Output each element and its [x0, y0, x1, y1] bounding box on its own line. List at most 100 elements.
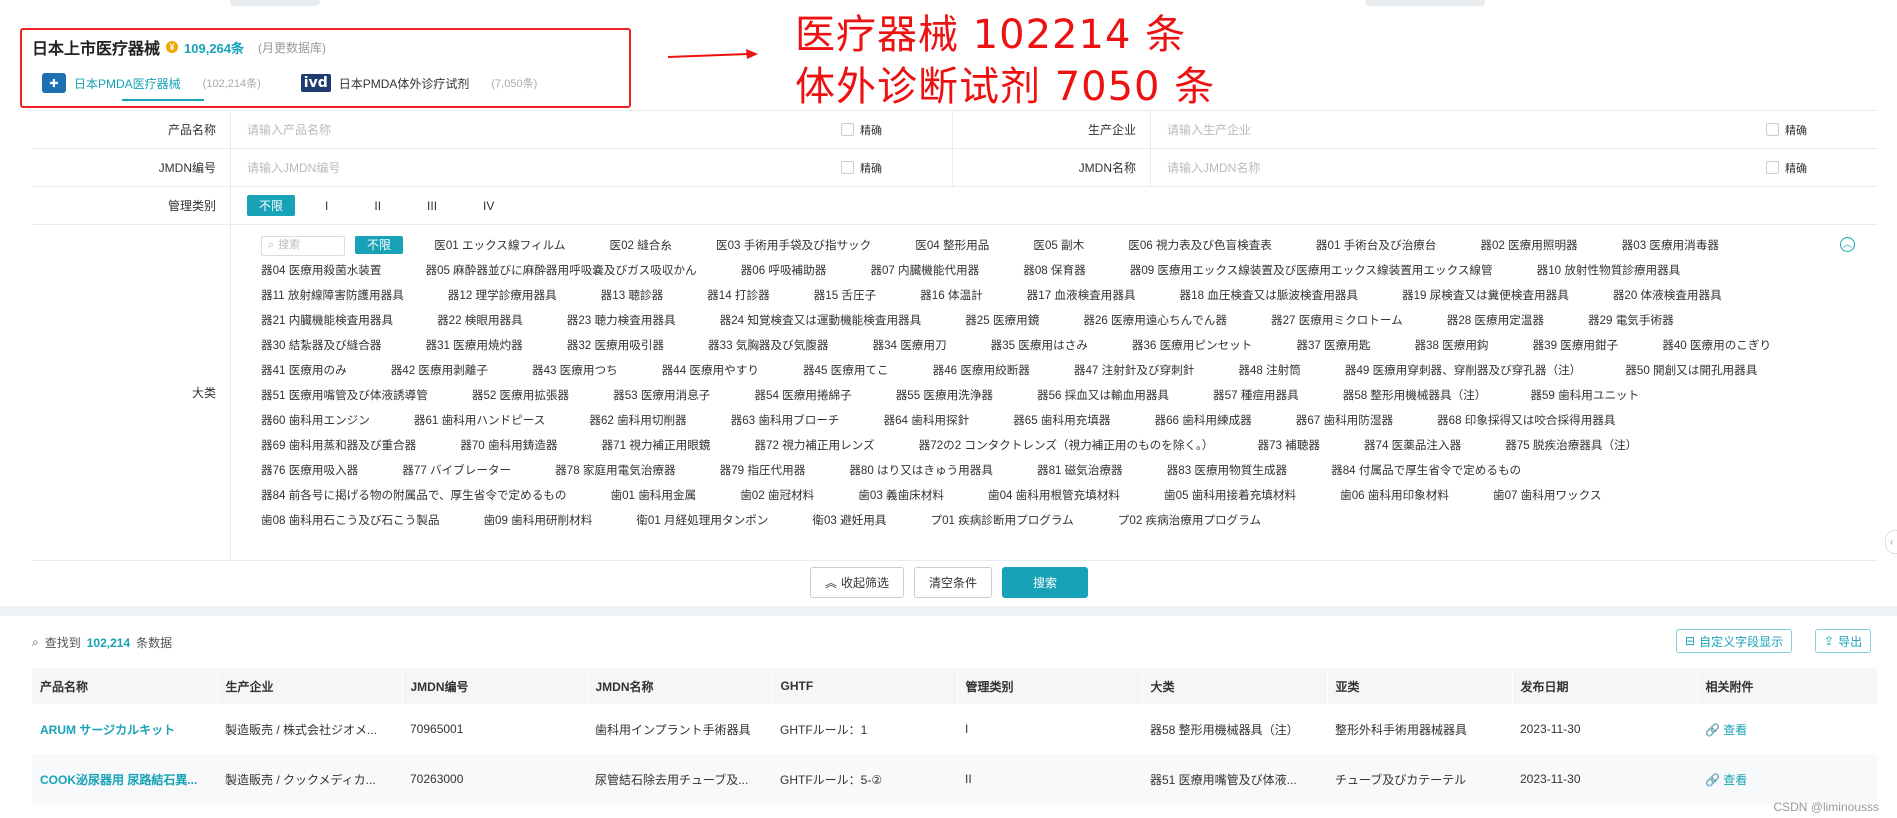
category-option[interactable]: 器37 医療用匙: [1296, 333, 1370, 358]
jmdn-name-input[interactable]: 请输入JMDN名称: [1151, 159, 1766, 176]
category-option[interactable]: 器80 はり又はきゅう用器具: [849, 458, 993, 483]
category-option[interactable]: 器77 バイブレーター: [402, 458, 511, 483]
category-option[interactable]: 器57 種痘用器具: [1213, 383, 1299, 408]
category-option[interactable]: 器69 歯科用蒸和器及び重合器: [261, 433, 416, 458]
category-option[interactable]: 器54 医療用捲綿子: [754, 383, 851, 408]
category-option[interactable]: 器19 尿検査又は糞便検査用器具: [1402, 283, 1569, 308]
category-option[interactable]: 歯09 歯科用研削材料: [483, 508, 592, 533]
category-option[interactable]: 器24 知覚検査又は運動機能検査用器具: [720, 308, 922, 333]
category-option[interactable]: 器52 医療用拡張器: [472, 383, 569, 408]
category-option[interactable]: 器09 医療用エックス線装置及び医療用エックス線装置用エックス線管: [1130, 258, 1493, 283]
category-option[interactable]: 器74 医薬品注入器: [1364, 433, 1461, 458]
category-option[interactable]: 歯03 義歯床材料: [858, 483, 944, 508]
category-option[interactable]: 器27 医療用ミクロトーム: [1271, 308, 1403, 333]
category-option[interactable]: 器40 医療用のこぎり: [1662, 333, 1771, 358]
category-option[interactable]: 器56 採血又は輸血用器具: [1037, 383, 1169, 408]
class-option-ii[interactable]: II: [374, 199, 381, 213]
category-option[interactable]: 器72 視力補正用レンズ: [754, 433, 874, 458]
category-option[interactable]: 器25 医療用鏡: [965, 308, 1039, 333]
category-option[interactable]: 衛01 月経処理用タンポン: [636, 508, 768, 533]
product-name-link[interactable]: COOK泌尿器用 尿路結石異...: [32, 754, 217, 804]
category-option[interactable]: 器29 電気手術器: [1588, 308, 1674, 333]
category-option[interactable]: 歯07 歯科用ワックス: [1493, 483, 1602, 508]
category-option[interactable]: 器10 放射性物質診療用器具: [1537, 258, 1681, 283]
category-option[interactable]: 器42 医療用剥離子: [391, 358, 488, 383]
category-option[interactable]: 器46 医療用絞断器: [933, 358, 1030, 383]
category-option[interactable]: 歯05 歯科用接着充填材料: [1164, 483, 1296, 508]
category-option[interactable]: 器02 医療用照明器: [1480, 233, 1577, 258]
category-option[interactable]: 器23 聴力検査用器具: [567, 308, 676, 333]
category-option[interactable]: 器41 医療用のみ: [261, 358, 347, 383]
category-option[interactable]: 器76 医療用吸入器: [261, 458, 358, 483]
category-search-input[interactable]: ⌕ 搜索: [261, 235, 345, 256]
manufacturer-input[interactable]: 请输入生产企业: [1151, 121, 1766, 138]
category-option[interactable]: 器26 医療用遠心ちんでん器: [1083, 308, 1227, 333]
column-header[interactable]: 生产企业: [217, 668, 403, 704]
category-option[interactable]: 器70 歯科用鋳造器: [460, 433, 557, 458]
tab-pmda-devices[interactable]: ✚ 日本PMDA医疗器械 (102,214条): [42, 70, 261, 101]
category-option[interactable]: 歯01 歯科用金属: [611, 483, 697, 508]
column-header[interactable]: 发布日期: [1512, 668, 1698, 704]
category-option[interactable]: 器81 磁気治療器: [1037, 458, 1123, 483]
view-attachment-link[interactable]: 🔗 查看: [1697, 754, 1877, 804]
category-option[interactable]: 器72の2 コンタクトレンズ（視力補正用のものを除く。）: [919, 433, 1214, 458]
category-option[interactable]: 器30 結紮器及び縫合器: [261, 333, 381, 358]
class-option-any[interactable]: 不限: [247, 195, 296, 216]
category-option[interactable]: 器34 医療用刀: [873, 333, 947, 358]
collapse-filter-button[interactable]: ︽ 收起筛选: [810, 567, 905, 598]
category-option[interactable]: 器47 注射針及び穿刺針: [1074, 358, 1194, 383]
product-name-input[interactable]: 请输入产品名称: [231, 121, 841, 138]
column-header[interactable]: JMDN名称: [587, 668, 773, 704]
class-option-iii[interactable]: III: [427, 199, 437, 213]
column-header[interactable]: JMDN编号: [402, 668, 588, 704]
category-option[interactable]: 医05 副木: [1033, 233, 1084, 258]
category-option[interactable]: 器84 前各号に掲げる物の附属品で、厚生省令で定めるもの: [261, 483, 567, 508]
category-option[interactable]: 器32 医療用吸引器: [567, 333, 664, 358]
category-option[interactable]: 器08 保育器: [1023, 258, 1086, 283]
category-option[interactable]: 器68 印象採得又は咬合採得用器具: [1437, 408, 1615, 433]
category-option[interactable]: 器11 放射線障害防護用器具: [261, 283, 404, 308]
category-option[interactable]: 器62 歯科用切削器: [589, 408, 686, 433]
category-option[interactable]: 器84 付属品で厚生省令で定めるもの: [1331, 458, 1521, 483]
view-attachment-link[interactable]: 🔗 查看: [1697, 704, 1877, 754]
category-option[interactable]: 器17 血液検査用器具: [1027, 283, 1136, 308]
category-option[interactable]: 医03 手術用手袋及び指サック: [716, 233, 871, 258]
category-option[interactable]: 歯06 歯科用印象材料: [1340, 483, 1449, 508]
category-option[interactable]: 衛03 避妊用具: [812, 508, 886, 533]
category-option[interactable]: 器58 整形用機械器具（注）: [1343, 383, 1487, 408]
class-option-iv[interactable]: IV: [483, 199, 494, 213]
category-option[interactable]: 器03 医療用消毒器: [1622, 233, 1719, 258]
category-option[interactable]: 器44 医療用やすり: [662, 358, 759, 383]
category-option[interactable]: 医02 縫合糸: [610, 233, 673, 258]
category-option[interactable]: 器49 医療用穿刺器、穿削器及び穿孔器（注）: [1345, 358, 1581, 383]
column-header[interactable]: 管理类别: [957, 668, 1143, 704]
category-option[interactable]: 医06 視力表及び色盲検査表: [1128, 233, 1272, 258]
side-collapse-handle[interactable]: ‹: [1885, 530, 1897, 554]
category-option[interactable]: 器16 体温計: [920, 283, 983, 308]
category-option[interactable]: 器64 歯科用探針: [884, 408, 970, 433]
category-option[interactable]: 器73 補聴器: [1257, 433, 1320, 458]
category-option[interactable]: 器60 歯科用エンジン: [261, 408, 370, 433]
category-option[interactable]: 器39 医療用鉗子: [1533, 333, 1619, 358]
category-option[interactable]: 器83 医療用物質生成器: [1167, 458, 1287, 483]
manufacturer-exact[interactable]: 精确: [1766, 122, 1877, 138]
category-option[interactable]: 歯08 歯科用石こう及び石こう製品: [261, 508, 439, 533]
category-option[interactable]: 器48 注射筒: [1238, 358, 1301, 383]
category-option[interactable]: 器04 医療用殺菌水装置: [261, 258, 381, 283]
column-header[interactable]: 亚类: [1327, 668, 1513, 704]
category-option[interactable]: 器35 医療用はさみ: [991, 333, 1088, 358]
category-option[interactable]: 器13 聴診器: [601, 283, 664, 308]
category-option[interactable]: 器71 視力補正用眼鏡: [602, 433, 711, 458]
category-option[interactable]: 器55 医療用洗浄器: [896, 383, 993, 408]
jmdn-code-exact[interactable]: 精确: [841, 160, 952, 176]
category-option[interactable]: 器18 血圧検査又は脈波検査用器具: [1180, 283, 1358, 308]
clear-conditions-button[interactable]: 清空条件: [914, 567, 993, 598]
product-name-link[interactable]: ARUM サージカルキット: [32, 704, 217, 754]
category-option[interactable]: 器14 打診器: [707, 283, 770, 308]
category-option[interactable]: 器51 医療用嘴管及び体液誘導管: [261, 383, 428, 408]
column-header[interactable]: 相关附件: [1697, 668, 1878, 704]
category-option[interactable]: 器61 歯科用ハンドピース: [414, 408, 545, 433]
category-option[interactable]: 医01 エックス線フィルム: [434, 233, 565, 258]
table-row[interactable]: ARUM サージカルキット 製造販売 / 株式会社ジオメ... 70965001 歯科…: [32, 704, 1877, 754]
product-name-exact[interactable]: 精确: [841, 122, 952, 138]
